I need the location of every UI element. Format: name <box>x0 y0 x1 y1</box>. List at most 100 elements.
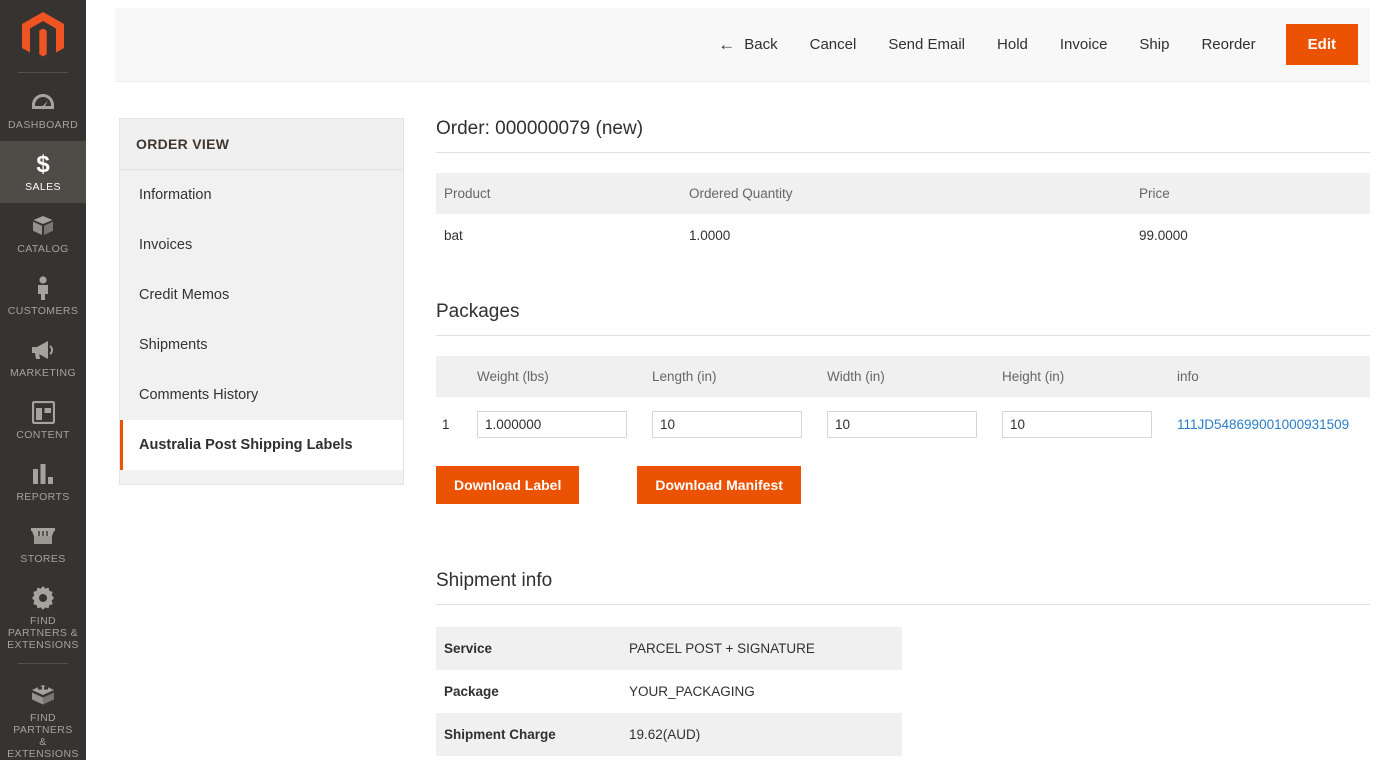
column-header-info: info <box>1169 356 1370 397</box>
cell-width <box>819 397 994 452</box>
person-icon <box>35 276 51 300</box>
order-view-item-shipments[interactable]: Shipments <box>120 320 403 370</box>
cell-package-index: 1 <box>436 397 469 452</box>
cell-product: bat <box>436 214 681 257</box>
download-buttons-row: Download Label Download Manifest <box>436 466 1370 504</box>
invoice-button[interactable]: Invoice <box>1044 36 1124 53</box>
table-row: bat 1.0000 99.0000 <box>436 214 1370 257</box>
cell-length <box>644 397 819 452</box>
table-row: Service PARCEL POST + SIGNATURE <box>436 627 902 670</box>
products-table: Product Ordered Quantity Price bat 1.000… <box>436 173 1370 257</box>
table-row: Shipment Charge 19.62(AUD) <box>436 713 902 756</box>
order-view-item-australia-post-shipping-labels[interactable]: Australia Post Shipping Labels <box>120 420 403 470</box>
cancel-button[interactable]: Cancel <box>794 36 873 53</box>
box-icon <box>31 214 55 238</box>
column-header-height: Height (in) <box>994 356 1169 397</box>
column-header-price: Price <box>1131 173 1370 214</box>
row-label-shipment-weight: Shipment Weight <box>436 756 621 767</box>
cell-price: 99.0000 <box>1131 214 1370 257</box>
sidebar-item-dashboard[interactable]: DASHBOARD <box>0 79 86 141</box>
dashboard-icon <box>31 90 55 114</box>
sidebar-item-reports[interactable]: REPORTS <box>0 451 86 513</box>
weight-input[interactable] <box>477 411 627 438</box>
row-value-service: PARCEL POST + SIGNATURE <box>621 627 902 670</box>
packages-table: Weight (lbs) Length (in) Width (in) Heig… <box>436 356 1370 452</box>
packages-title: Packages <box>436 301 1370 336</box>
reorder-button[interactable]: Reorder <box>1185 36 1271 53</box>
sidebar-item-catalog[interactable]: CATALOG <box>0 203 86 265</box>
sidebar-item-system[interactable]: FIND PARTNERS & EXTENSIONS <box>0 575 86 661</box>
cell-ordered-quantity: 1.0000 <box>681 214 1131 257</box>
sidebar-item-label: CUSTOMERS <box>7 305 79 317</box>
page-actions-toolbar: ← Back Cancel Send Email Hold Invoice Sh… <box>115 8 1370 82</box>
send-email-button[interactable]: Send Email <box>872 36 981 53</box>
storefront-icon <box>30 524 56 548</box>
main-content: Order: 000000079 (new) Product Ordered Q… <box>436 118 1370 767</box>
row-label-package: Package <box>436 670 621 713</box>
sidebar-item-label: CONTENT <box>16 429 70 441</box>
arrow-left-icon: ← <box>718 35 736 54</box>
dollar-icon: $ <box>35 151 51 177</box>
column-header-index <box>436 356 469 397</box>
magento-logo-icon[interactable] <box>0 0 86 72</box>
extensions-icon <box>30 683 56 707</box>
tracking-number-link[interactable]: 111JD548699001000931509 <box>1177 417 1349 432</box>
megaphone-icon <box>30 338 56 362</box>
bar-chart-icon <box>32 462 54 486</box>
shipment-info-section: Shipment info Service PARCEL POST + SIGN… <box>436 570 1370 767</box>
ship-button[interactable]: Ship <box>1123 36 1185 53</box>
column-header-width: Width (in) <box>819 356 994 397</box>
column-header-length: Length (in) <box>644 356 819 397</box>
row-value-package: YOUR_PACKAGING <box>621 670 902 713</box>
row-value-shipment-weight: 1(kg) <box>621 756 902 767</box>
length-input[interactable] <box>652 411 802 438</box>
sidebar-item-stores[interactable]: STORES <box>0 513 86 575</box>
height-input[interactable] <box>1002 411 1152 438</box>
nav-divider-bottom <box>18 663 68 664</box>
sidebar-item-customers[interactable]: CUSTOMERS <box>0 265 86 327</box>
row-value-shipment-charge: 19.62(AUD) <box>621 713 902 756</box>
sidebar-item-marketing[interactable]: MARKETING <box>0 327 86 389</box>
sidebar-item-label: REPORTS <box>16 491 70 503</box>
row-label-shipment-charge: Shipment Charge <box>436 713 621 756</box>
sidebar-item-label: SALES <box>25 181 61 193</box>
table-row: Package YOUR_PACKAGING <box>436 670 902 713</box>
sidebar-item-label: STORES <box>20 553 66 565</box>
download-manifest-button[interactable]: Download Manifest <box>637 466 801 504</box>
column-header-product: Product <box>436 173 681 214</box>
sidebar-item-find-partners-extensions[interactable]: FIND PARTNERS & EXTENSIONS <box>0 672 86 767</box>
nav-divider-top <box>18 72 68 73</box>
sidebar-item-label-line2: & EXTENSIONS <box>7 736 79 760</box>
order-view-item-invoices[interactable]: Invoices <box>120 220 403 270</box>
sidebar-item-label-line1: FIND PARTNERS <box>13 712 73 736</box>
order-view-panel-heading: ORDER VIEW <box>120 119 403 170</box>
page-title: Order: 000000079 (new) <box>436 118 1370 153</box>
width-input[interactable] <box>827 411 977 438</box>
column-header-ordered-quantity: Ordered Quantity <box>681 173 1131 214</box>
back-button[interactable]: ← Back <box>718 36 793 53</box>
table-header-row: Weight (lbs) Length (in) Width (in) Heig… <box>436 356 1370 397</box>
packages-section: Packages Weight (lbs) Length (in) Width … <box>436 301 1370 504</box>
sidebar-item-label: MARKETING <box>9 367 77 379</box>
sidebar-item-label: CATALOG <box>17 243 69 255</box>
download-label-button[interactable]: Download Label <box>436 466 580 504</box>
layout-icon <box>31 400 55 424</box>
order-view-item-information[interactable]: Information <box>120 170 403 220</box>
order-view-panel: ORDER VIEW Information Invoices Credit M… <box>119 118 404 485</box>
order-view-item-credit-memos[interactable]: Credit Memos <box>120 270 403 320</box>
hold-button[interactable]: Hold <box>981 36 1044 53</box>
sidebar-item-sales[interactable]: $ SALES <box>0 141 86 203</box>
shipment-info-table: Service PARCEL POST + SIGNATURE Package … <box>436 627 902 767</box>
gear-icon <box>31 586 55 610</box>
back-button-label: Back <box>744 36 778 53</box>
edit-button[interactable]: Edit <box>1285 24 1358 65</box>
sidebar-item-content[interactable]: CONTENT <box>0 389 86 451</box>
sidebar-item-label: DASHBOARD <box>7 119 79 131</box>
cell-info: 111JD548699001000931509 <box>1169 397 1370 452</box>
order-view-item-comments-history[interactable]: Comments History <box>120 370 403 420</box>
row-label-service: Service <box>436 627 621 670</box>
table-header-row: Product Ordered Quantity Price <box>436 173 1370 214</box>
svg-text:$: $ <box>36 151 50 177</box>
sidebar-item-label: FIND PARTNERS & EXTENSIONS <box>7 615 79 651</box>
cell-weight <box>469 397 644 452</box>
